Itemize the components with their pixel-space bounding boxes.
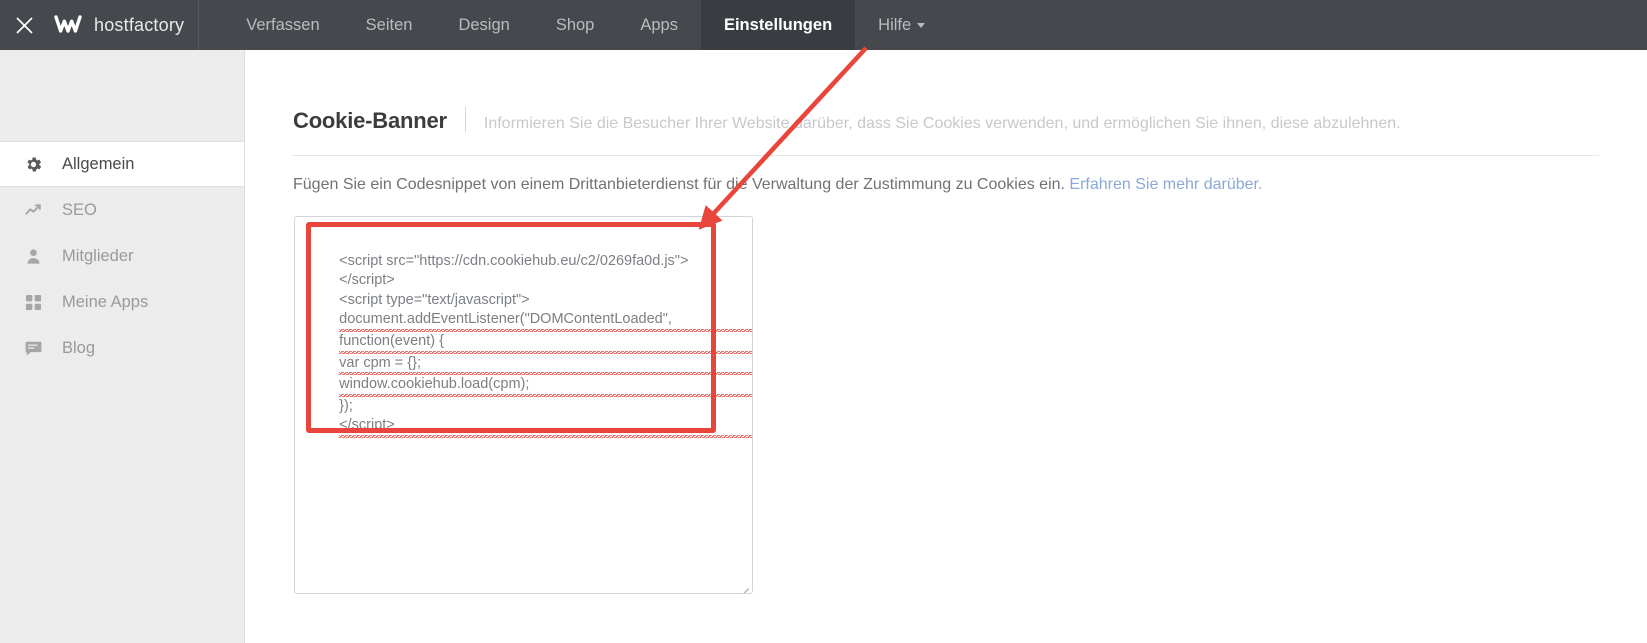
primary-nav: Verfassen Seiten Design Shop Apps Einste… xyxy=(223,0,948,50)
code-snippet-content: <script src="https://cdn.cookiehub.eu/c2… xyxy=(315,232,752,458)
page-subtitle: Informieren Sie die Besucher Ihrer Websi… xyxy=(483,115,1401,132)
top-navigation-bar: hostfactory Verfassen Seiten Design Shop… xyxy=(0,0,1647,50)
brand-home-link[interactable]: hostfactory xyxy=(48,0,198,50)
code-line: window.cookiehub.load(cpm); xyxy=(339,375,752,397)
settings-sidebar: Allgemein SEO Mitglieder Meine Apps Blog xyxy=(0,50,245,643)
code-line: document.addEventListener("DOMContentLoa… xyxy=(339,310,752,332)
person-icon xyxy=(24,247,50,266)
code-line: </script> xyxy=(339,416,752,438)
grid-apps-icon xyxy=(24,293,50,312)
close-icon xyxy=(15,16,34,35)
sidebar-item-label: Blog xyxy=(62,338,96,357)
code-line: }); xyxy=(339,397,353,414)
nav-label: Seiten xyxy=(365,15,413,34)
code-snippet-textarea[interactable]: <script src="https://cdn.cookiehub.eu/c2… xyxy=(294,216,753,594)
close-editor-button[interactable] xyxy=(0,0,48,50)
nav-label: Hilfe xyxy=(878,15,912,34)
code-line: var cpm = {}; xyxy=(339,353,752,376)
nav-item-apps[interactable]: Apps xyxy=(617,0,701,50)
gear-icon xyxy=(24,155,50,174)
trend-up-icon xyxy=(24,201,50,220)
sidebar-item-mitglieder[interactable]: Mitglieder xyxy=(0,233,244,279)
chat-bubble-icon xyxy=(24,339,50,358)
intro-paragraph: Fügen Sie ein Codesnippet von einem Drit… xyxy=(293,176,1262,194)
sidebar-item-label: Meine Apps xyxy=(62,292,149,311)
code-line: <script type="text/javascript"> xyxy=(339,291,530,308)
nav-label: Apps xyxy=(640,15,678,34)
nav-item-design[interactable]: Design xyxy=(435,0,532,50)
nav-item-shop[interactable]: Shop xyxy=(533,0,618,50)
nav-item-seiten[interactable]: Seiten xyxy=(343,0,436,50)
chevron-down-icon xyxy=(917,22,926,28)
sidebar-item-blog[interactable]: Blog xyxy=(0,325,244,371)
weebly-logo-icon xyxy=(54,11,82,39)
sidebar-item-allgemein[interactable]: Allgemein xyxy=(0,141,244,187)
learn-more-link[interactable]: Erfahren Sie mehr darüber. xyxy=(1069,176,1262,193)
main-content-panel: Cookie-Banner Informieren Sie die Besuch… xyxy=(246,50,1647,643)
nav-item-hilfe[interactable]: Hilfe xyxy=(855,0,948,50)
sidebar-item-label: Allgemein xyxy=(62,154,135,173)
code-line: </script> xyxy=(339,272,395,289)
nav-label: Shop xyxy=(555,15,595,34)
textarea-resize-handle[interactable] xyxy=(736,577,749,593)
sidebar-item-label: SEO xyxy=(62,200,97,219)
header-divider xyxy=(293,155,1599,156)
sidebar-item-meine-apps[interactable]: Meine Apps xyxy=(0,279,244,325)
sidebar-item-label: Mitglieder xyxy=(62,246,134,265)
title-separator xyxy=(464,106,466,132)
nav-item-einstellungen[interactable]: Einstellungen xyxy=(700,0,856,50)
code-line: function(event) { xyxy=(339,331,752,354)
nav-label: Design xyxy=(458,15,510,34)
intro-text: Fügen Sie ein Codesnippet von einem Drit… xyxy=(293,176,1070,193)
sidebar-top-spacer xyxy=(0,50,244,141)
site-name-label: hostfactory xyxy=(94,14,185,35)
page-title: Cookie-Banner xyxy=(293,108,447,133)
nav-divider xyxy=(198,0,200,50)
nav-label: Einstellungen xyxy=(723,15,833,34)
code-line: <script src="https://cdn.cookiehub.eu/c2… xyxy=(339,252,689,269)
sidebar-item-seo[interactable]: SEO xyxy=(0,187,244,233)
nav-item-verfassen[interactable]: Verfassen xyxy=(223,0,342,50)
page-header: Cookie-Banner Informieren Sie die Besuch… xyxy=(293,102,1401,134)
nav-label: Verfassen xyxy=(246,15,320,34)
